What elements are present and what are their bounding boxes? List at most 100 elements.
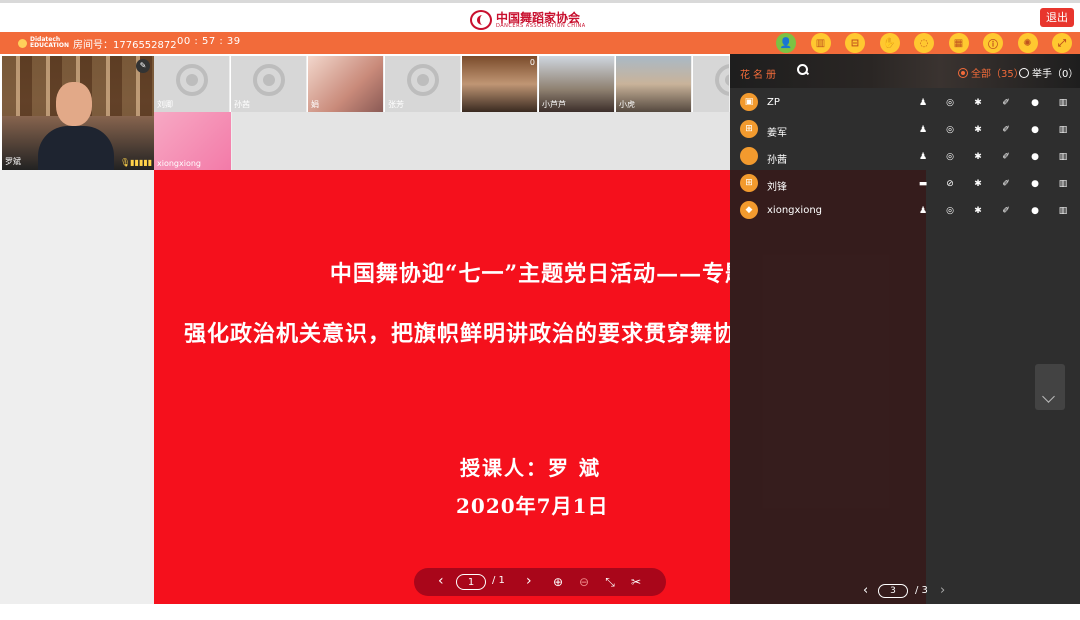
roster-row[interactable]: ▣ ZP ♟ ◎ ✱ ✐ ● ▥ xyxy=(730,89,1080,116)
trash-icon[interactable]: ▥ xyxy=(1057,97,1069,109)
bottom-strip xyxy=(0,604,1080,620)
roster-row[interactable]: ◆ xiongxiong ♟ ◎ ✱ ✐ ● ▥ xyxy=(730,197,1080,224)
thumb-name: 娟 xyxy=(311,100,319,109)
member-name: ZP xyxy=(767,97,780,108)
zoom-out-icon[interactable]: ⊖ xyxy=(576,574,592,590)
mic-icon[interactable]: ✱ xyxy=(972,205,984,217)
search-icon[interactable] xyxy=(797,64,809,76)
video-thumb[interactable]: 刘卿 xyxy=(154,56,230,112)
camera-icon[interactable]: ◎ xyxy=(944,124,956,136)
prev-page-icon[interactable]: ‹ xyxy=(438,572,444,590)
mic-icon[interactable]: ✱ xyxy=(972,97,984,109)
scissors-icon[interactable]: ✂ xyxy=(628,574,644,590)
user-icon[interactable]: ♟ xyxy=(917,205,929,217)
trash-icon[interactable]: ▥ xyxy=(1057,205,1069,217)
top-header: 中国舞蹈家协会 DANCERS ASSOCIATION CHINA 退出 xyxy=(0,0,1080,32)
camera-icon[interactable]: ◎ xyxy=(944,97,956,109)
chat-bubble-icon[interactable]: ● xyxy=(1029,178,1041,190)
thumb-name: 孙茜 xyxy=(234,100,250,109)
device-pc-icon: ▣ xyxy=(740,93,758,111)
exit-button[interactable]: 退出 xyxy=(1040,8,1074,27)
mic-icon[interactable]: ✱ xyxy=(972,124,984,136)
user-icon[interactable]: ♟ xyxy=(917,97,929,109)
room-number: 房间号：1776552872 xyxy=(73,40,177,51)
filter-all-label: 全部（35） xyxy=(971,69,1024,80)
roster-row[interactable]: ⊞ 姜军 ♟ ◎ ✱ ✐ ● ▥ xyxy=(730,116,1080,143)
brand-logo: Didatech EDUCATION xyxy=(18,37,69,49)
stage-icon[interactable]: ▬ xyxy=(917,178,929,190)
video-thumb[interactable]: 孙茜 xyxy=(231,56,307,112)
device-android-icon: ◆ xyxy=(740,201,758,219)
pen-permission-icon[interactable]: ✐ xyxy=(1000,178,1012,190)
association-logo: 中国舞蹈家协会 DANCERS ASSOCIATION CHINA xyxy=(470,9,586,31)
brand-line-2: EDUCATION xyxy=(30,42,69,49)
chat-bubble-icon[interactable]: ● xyxy=(1029,151,1041,163)
video-thumb[interactable] xyxy=(693,56,730,112)
pen-permission-icon[interactable]: ✐ xyxy=(1000,124,1012,136)
users-icon[interactable]: 👤 xyxy=(776,33,796,53)
video-thumb[interactable]: 0 xyxy=(462,56,538,112)
radio-icon xyxy=(1019,67,1029,78)
trash-icon[interactable]: ▥ xyxy=(1057,178,1069,190)
teacher-name: 罗斌 xyxy=(5,157,21,166)
filter-raised-hand[interactable]: 举手（0） xyxy=(1019,65,1078,80)
roster-row[interactable]: ⊞ 刘锋 ▬ ⊘ ✱ ✐ ● ▥ xyxy=(730,170,1080,197)
mic-icon[interactable]: ✱ xyxy=(972,178,984,190)
user-icon[interactable]: ♟ xyxy=(917,151,929,163)
chat-bubble-icon[interactable]: ● xyxy=(1029,205,1041,217)
fullscreen-icon[interactable]: ⤢ xyxy=(1052,33,1072,53)
camera-off-icon xyxy=(407,64,439,96)
camera-off-icon xyxy=(253,64,285,96)
pen-permission-icon[interactable]: ✐ xyxy=(1000,205,1012,217)
pen-permission-icon[interactable]: ✐ xyxy=(1000,151,1012,163)
roster-panel: 花名册 全部（35） 举手（0） ▣ ZP ♟ ◎ ✱ ✐ ● ▥ ⊞ 姜军 ♟ xyxy=(730,54,1080,604)
brand-dot-icon xyxy=(18,38,27,48)
roster-page-input[interactable]: 3 xyxy=(878,584,908,598)
settings-icon[interactable]: ✺ xyxy=(1017,33,1038,53)
collapse-panel-handle[interactable] xyxy=(1035,364,1065,410)
mic-icon[interactable]: ✱ xyxy=(972,151,984,163)
video-thumb[interactable]: 娟 xyxy=(308,56,384,112)
left-side-panel xyxy=(0,170,154,604)
video-thumb[interactable]: 小芦芦 xyxy=(539,56,615,112)
camera-icon[interactable]: ◎ xyxy=(944,205,956,217)
next-page-icon[interactable]: › xyxy=(940,584,945,598)
video-thumb[interactable]: xiongxiong xyxy=(154,112,232,170)
slide-date: 2020年7月1日 xyxy=(456,494,609,518)
teacher-video[interactable]: ✎ 罗斌 🎙▮▮▮▮▮ xyxy=(2,56,154,170)
courseware-slide[interactable]: 中国舞协迎“七一”主题党日活动——专题党课 强化政治机关意识，把旗帜鲜明讲政治的… xyxy=(154,170,730,604)
logo-title-cn: 中国舞蹈家协会 xyxy=(496,10,581,25)
chat-icon[interactable]: ◌ xyxy=(914,33,934,53)
trash-icon[interactable]: ▥ xyxy=(1057,124,1069,136)
mic-level-icon: 🎙▮▮▮▮▮ xyxy=(120,158,153,167)
pen-permission-icon[interactable]: ✐ xyxy=(1000,97,1012,109)
page-input[interactable] xyxy=(456,574,486,590)
classroom-toolbar: Didatech EDUCATION 房间号：1776552872 00 : 5… xyxy=(0,32,1080,54)
roster-row[interactable]: 孙茜 ♟ ◎ ✱ ✐ ● ▥ xyxy=(730,143,1080,170)
video-thumb[interactable]: 小虎 xyxy=(616,56,692,112)
chat-bubble-icon[interactable]: ● xyxy=(1029,124,1041,136)
camera-off-icon xyxy=(176,64,208,96)
device-apple-icon xyxy=(740,147,758,165)
roster-pagination: ‹ 3 / 3 › xyxy=(860,584,960,600)
fit-screen-icon[interactable]: ⤡ xyxy=(602,574,618,590)
book-icon[interactable]: ▥ xyxy=(810,33,831,53)
dancer-logo-icon xyxy=(470,10,492,30)
pen-icon[interactable]: ✎ xyxy=(136,59,150,73)
user-icon[interactable]: ♟ xyxy=(917,124,929,136)
calendar-icon[interactable]: ▦ xyxy=(948,33,969,53)
filter-all[interactable]: 全部（35） xyxy=(958,65,1024,80)
zoom-in-icon[interactable]: ⊕ xyxy=(550,574,566,590)
trash-icon[interactable]: ▥ xyxy=(1057,151,1069,163)
info-icon[interactable]: ⓘ xyxy=(983,33,1003,53)
camera-icon[interactable]: ◎ xyxy=(944,151,956,163)
raise-hand-icon[interactable]: ✋ xyxy=(879,33,900,53)
prev-page-icon[interactable]: ‹ xyxy=(863,584,868,598)
slide-lecturer: 授课人：罗 斌 xyxy=(460,456,601,480)
camera-off-icon[interactable]: ⊘ xyxy=(944,178,956,190)
video-thumb[interactable]: 张芳 xyxy=(385,56,461,112)
toolbox-icon[interactable]: ⊟ xyxy=(845,33,865,53)
chat-bubble-icon[interactable]: ● xyxy=(1029,97,1041,109)
roster-page-total: / 3 xyxy=(915,585,928,596)
next-page-icon[interactable]: › xyxy=(526,572,532,590)
